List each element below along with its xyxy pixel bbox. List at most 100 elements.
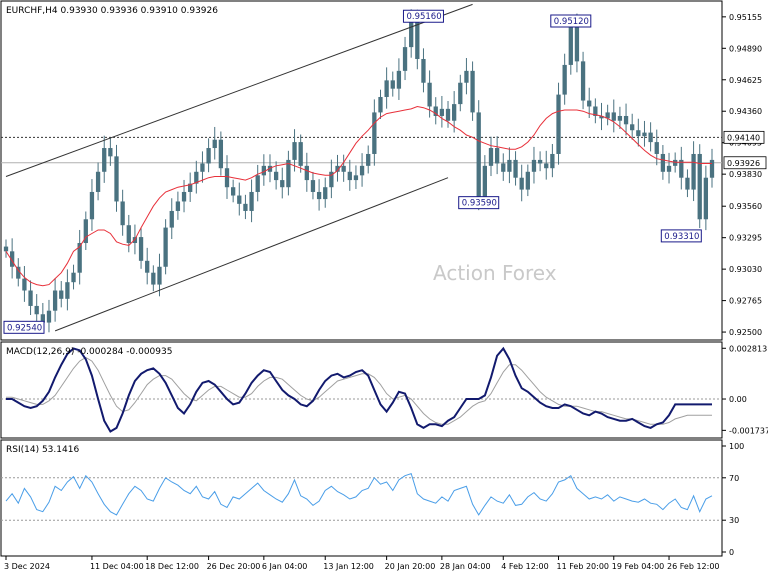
candle-body xyxy=(65,282,70,299)
candle-body xyxy=(488,148,494,166)
price-tick-label: 0.93030 xyxy=(729,265,762,274)
candle-body xyxy=(642,132,647,137)
candle-body xyxy=(175,201,181,211)
candle-body xyxy=(574,25,580,62)
macd-indicator: 0.002813 0.00 -0.001737 xyxy=(1,344,768,435)
candle-body xyxy=(580,61,586,101)
candle-body xyxy=(550,153,555,169)
candle-body xyxy=(102,148,107,172)
candle-body xyxy=(292,142,297,160)
candle-body xyxy=(341,165,346,172)
candle-body xyxy=(445,108,451,121)
candle-body xyxy=(544,163,549,169)
candle-body xyxy=(402,47,408,71)
rsi-indicator: 100 70 30 0 xyxy=(1,442,744,557)
candle-body xyxy=(359,165,365,176)
candle-body xyxy=(537,159,543,164)
candle-body xyxy=(181,191,187,202)
candle-body xyxy=(531,159,537,172)
candle-body xyxy=(108,148,113,157)
candle-body xyxy=(568,25,573,65)
candle-body xyxy=(666,165,672,172)
candle-body xyxy=(34,305,39,315)
candle-body xyxy=(427,82,432,107)
candle-body xyxy=(249,191,254,211)
price-tick-label: 0.93295 xyxy=(729,234,762,243)
candle-body xyxy=(46,310,52,323)
candle-body xyxy=(611,112,616,121)
candle-body xyxy=(114,156,119,202)
ma-line xyxy=(5,105,712,287)
time-tick-label: 18 Dec 12:00 xyxy=(145,562,199,571)
candle-body xyxy=(323,187,328,200)
candle-body xyxy=(507,159,512,172)
candle-body xyxy=(501,163,506,172)
macd-tick-label: 0.002813 xyxy=(729,344,767,353)
price-tick-label: 0.94890 xyxy=(729,44,762,53)
candle-body xyxy=(409,20,414,48)
candlesticks xyxy=(3,9,715,333)
rsi-tick-label: 100 xyxy=(729,442,744,451)
candle-body xyxy=(273,171,279,181)
candle-body xyxy=(89,191,95,220)
candle-body xyxy=(636,130,641,137)
time-tick-label: 6 Jan 04:00 xyxy=(262,562,308,571)
candle-body xyxy=(673,159,678,166)
candle-body xyxy=(623,115,629,125)
candle-body xyxy=(59,290,64,299)
channel-upper xyxy=(5,3,473,177)
candle-body xyxy=(587,100,592,107)
candle-body xyxy=(145,260,150,273)
candle-body xyxy=(243,203,248,211)
chart-canvas: 0.92540 0.95160 0.93590 0.95120 0.93310 0.95… xyxy=(0,0,768,571)
time-tick-label: 19 Feb 04:00 xyxy=(612,562,664,571)
candle-body xyxy=(310,180,316,192)
symbol-header: EURCHF,H4 0.93930 0.93936 0.93910 0.9392… xyxy=(6,6,218,16)
candle-body xyxy=(22,278,27,291)
candle-body xyxy=(494,148,500,164)
candle-body xyxy=(200,163,205,172)
time-tick-label: 3 Dec 2024 xyxy=(4,562,50,571)
candle-body xyxy=(138,237,144,261)
candle-body xyxy=(212,139,217,149)
time-tick-label: 20 Jan 20:00 xyxy=(385,562,436,571)
rsi-tick-label: 30 xyxy=(729,516,739,525)
candle-body xyxy=(562,64,567,95)
time-axis: 3 Dec 2024 11 Dec 04:00 18 Dec 12:00 26 Dec… xyxy=(4,556,720,571)
rsi-label: RSI(14) 53.1416 xyxy=(6,445,79,455)
candle-body xyxy=(28,290,33,306)
candle-body xyxy=(218,139,224,169)
candle-body xyxy=(390,80,395,89)
candle-body xyxy=(691,153,696,190)
candle-body xyxy=(304,165,309,181)
price-tick-label: 0.92765 xyxy=(729,297,762,306)
watermark: Action Forex xyxy=(433,261,557,285)
candle-body xyxy=(169,210,174,228)
candle-body xyxy=(378,96,383,113)
candle-body xyxy=(482,165,488,200)
price-tick-label: 0.93830 xyxy=(729,170,762,179)
chart-root: 0.92540 0.95160 0.93590 0.95120 0.93310 0.95… xyxy=(0,0,768,576)
candle-body xyxy=(476,112,481,200)
rsi-tick-label: 70 xyxy=(729,474,739,483)
rsi-panel xyxy=(0,439,723,557)
resistance-label: 0.94140 xyxy=(727,133,760,142)
candle-body xyxy=(617,115,623,121)
candle-body xyxy=(3,246,9,252)
time-tick-label: 28 Jan 04:00 xyxy=(440,562,491,571)
candle-body xyxy=(519,177,524,190)
price-tick-label: 0.94625 xyxy=(729,76,762,85)
time-tick-label: 11 Dec 04:00 xyxy=(90,562,144,571)
time-tick-label: 11 Feb 20:00 xyxy=(557,562,609,571)
macd-line xyxy=(6,346,712,433)
candle-body xyxy=(280,180,285,188)
candle-body xyxy=(353,175,359,181)
candle-body xyxy=(654,142,659,154)
current-price-label: 0.93926 xyxy=(727,159,760,168)
macd-tick-label: -0.001737 xyxy=(729,426,768,435)
candle-body xyxy=(556,94,561,154)
candle-body xyxy=(415,20,420,59)
annotation-label: 0.93310 xyxy=(664,232,699,242)
candle-body xyxy=(709,159,715,178)
price-axis: 0.951550.948900.946250.943600.940950.938… xyxy=(722,13,767,337)
